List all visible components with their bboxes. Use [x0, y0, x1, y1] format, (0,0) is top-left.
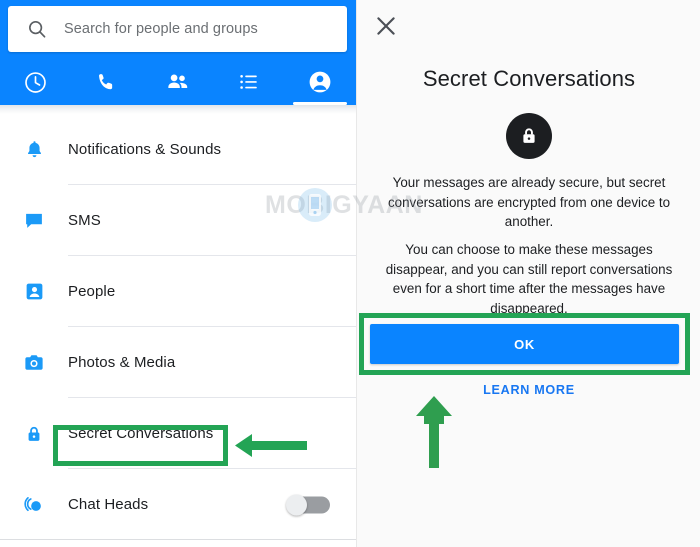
- list-item-photos-media[interactable]: Photos & Media: [0, 327, 356, 398]
- toggle-knob: [286, 494, 307, 515]
- green-left-arrow-icon: [235, 434, 307, 457]
- chat-heads-icon: [0, 494, 68, 516]
- dialog-paragraph-2: You can choose to make these messages di…: [385, 242, 673, 316]
- list-item-label: Chat Heads: [68, 496, 149, 513]
- list-icon: [240, 75, 258, 89]
- list-item-label: Notifications & Sounds: [68, 141, 222, 158]
- list-item-label: Photos & Media: [68, 354, 176, 371]
- list-item-label: SMS: [68, 212, 101, 229]
- ok-button[interactable]: OK: [370, 324, 679, 364]
- people-icon: [168, 74, 188, 88]
- list-item-people[interactable]: People: [0, 256, 356, 327]
- secret-conversations-highlight-box: [53, 425, 228, 466]
- message-bubble-icon: [0, 210, 68, 232]
- list-item-chat-heads[interactable]: Chat Heads: [0, 469, 356, 540]
- tab-people[interactable]: [142, 59, 213, 105]
- tab-profile[interactable]: [285, 59, 356, 105]
- list-item-label: People: [68, 283, 116, 300]
- learn-more-link[interactable]: LEARN MORE: [357, 383, 700, 397]
- close-icon[interactable]: [373, 13, 399, 39]
- list-item-notifications[interactable]: Notifications & Sounds: [0, 114, 356, 185]
- search-input[interactable]: Search for people and groups: [8, 6, 347, 52]
- phone-icon: [99, 73, 113, 89]
- contact-card-icon: [0, 281, 68, 302]
- panel-bottom-edge: [0, 539, 356, 547]
- dialog-title: Secret Conversations: [422, 66, 636, 91]
- tabbar-shadow: [0, 105, 356, 114]
- chat-heads-toggle[interactable]: [286, 494, 330, 515]
- app-screenshot: Search for people and groups Notificatio…: [0, 0, 700, 547]
- settings-list: Notifications & Sounds SMS People Photos…: [0, 114, 356, 540]
- search-header: Search for people and groups: [0, 0, 356, 59]
- tab-calls[interactable]: [71, 59, 142, 105]
- lock-badge-icon: [505, 113, 552, 159]
- messenger-settings-panel: Search for people and groups Notificatio…: [0, 0, 356, 547]
- dialog-paragraph-1: Your messages are already secure, but se…: [387, 175, 671, 229]
- secret-conversations-dialog: Secret Conversations Your messages are a…: [356, 0, 700, 547]
- green-up-arrow-icon: [416, 396, 452, 468]
- tab-groups[interactable]: [214, 59, 285, 105]
- search-icon: [29, 21, 46, 38]
- bottom-tab-bar: [0, 59, 356, 105]
- profile-icon: [310, 71, 331, 93]
- bell-icon: [0, 139, 68, 160]
- camera-icon: [0, 352, 68, 374]
- search-placeholder-text: Search for people and groups: [64, 21, 258, 37]
- clock-icon: [25, 71, 46, 93]
- list-item-sms[interactable]: SMS: [0, 185, 356, 256]
- tab-recent[interactable]: [0, 59, 71, 105]
